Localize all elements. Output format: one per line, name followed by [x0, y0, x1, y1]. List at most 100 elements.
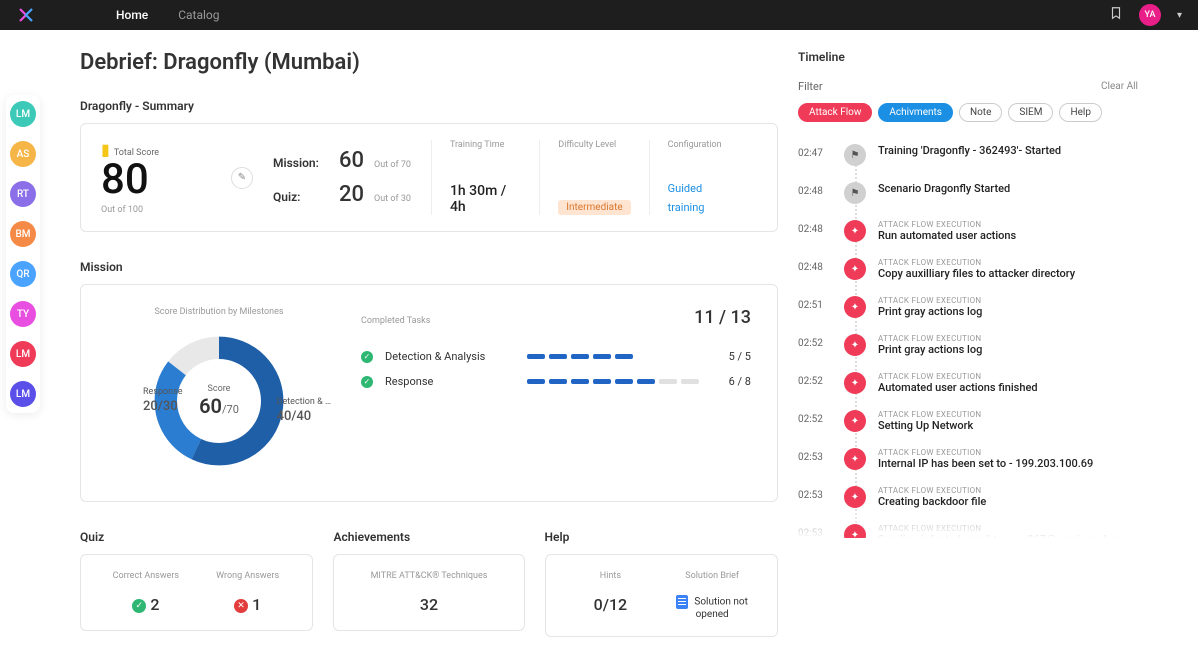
timeline-item[interactable]: 02:51✦ATTACK FLOW EXECUTIONPrint gray ac…	[798, 288, 1138, 326]
timeline-dot-icon: ✦	[844, 410, 866, 432]
timeline-panel: Timeline Filter Clear All Attack FlowAch…	[798, 50, 1138, 637]
donut-title: Score Distribution by Milestones	[107, 307, 331, 317]
difficulty-badge: Intermediate	[558, 200, 630, 215]
x-icon: ✕	[234, 599, 248, 613]
difficulty-label: Difficulty Level	[558, 140, 630, 150]
timeline-item[interactable]: 02:52✦ATTACK FLOW EXECUTIONAutomated use…	[798, 364, 1138, 402]
timeline-time: 02:52	[798, 410, 832, 432]
quiz-card: Correct Answers ✓ 2 Wrong Answers ✕ 1	[80, 554, 313, 631]
wrong-answers-label: Wrong Answers	[197, 571, 299, 581]
timeline-dot-icon: ⚑	[844, 182, 866, 204]
user-chip[interactable]: RT	[10, 181, 36, 207]
timeline-message: Print gray actions log	[878, 343, 1138, 356]
filter-chip[interactable]: Attack Flow	[798, 103, 872, 122]
check-icon: ✓	[361, 351, 373, 363]
timeline-item[interactable]: 02:48✦ATTACK FLOW EXECUTIONCopy auxillia…	[798, 250, 1138, 288]
user-chip[interactable]: LM	[10, 341, 36, 367]
document-icon	[676, 595, 688, 609]
topnav: Home Catalog	[116, 8, 220, 22]
filter-chip[interactable]: SIEM	[1008, 103, 1053, 122]
user-chip[interactable]: QR	[10, 261, 36, 287]
check-icon: ✓	[132, 599, 146, 613]
hints-value: 0/12	[560, 595, 662, 614]
nav-catalog[interactable]: Catalog	[178, 8, 219, 22]
filter-chip[interactable]: Help	[1059, 103, 1101, 122]
timeline-message: Run automated user actions	[878, 229, 1138, 242]
timeline-dot-icon: ⚑	[844, 144, 866, 166]
user-chip[interactable]: TY	[10, 301, 36, 327]
donut-left-label: Response 20/30	[143, 387, 183, 416]
timeline-message: Copy auxilliary files to attacker direct…	[878, 267, 1138, 280]
solution-brief-label: Solution Brief	[661, 571, 763, 581]
filter-chips: Attack Flow Achivments Note SIEM Help	[798, 103, 1138, 122]
edit-button[interactable]: ✎	[231, 167, 253, 189]
user-chip[interactable]: LM	[10, 101, 36, 127]
config-link[interactable]: Guided training	[668, 182, 705, 214]
filter-chip[interactable]: Achivments	[878, 103, 953, 122]
clear-all-link[interactable]: Clear All	[1101, 81, 1138, 92]
timeline-list[interactable]: 02:47⚑Training 'Dragonfly - 362493'- Sta…	[798, 136, 1138, 538]
timeline-time: 02:52	[798, 334, 832, 356]
timeline-item[interactable]: 02:52✦ATTACK FLOW EXECUTIONPrint gray ac…	[798, 326, 1138, 364]
quiz-heading: Quiz	[80, 530, 313, 544]
donut-right-label: Detection & … 40/40	[277, 397, 331, 426]
solution-brief-value: Solution not opened	[694, 597, 748, 620]
timeline-dot-icon: ✦	[844, 448, 866, 470]
user-rail: LM AS RT BM QR TY LM LM	[6, 95, 40, 413]
task-progress	[527, 354, 699, 359]
completed-tasks-value: 11 / 13	[694, 307, 751, 328]
timeline-item[interactable]: 02:48⚑Scenario Dragonfly Started	[798, 174, 1138, 212]
user-avatar[interactable]: YA	[1139, 4, 1161, 26]
quiz-score-label: Quiz:	[273, 190, 329, 204]
total-score-sub: Out of 100	[101, 205, 211, 215]
correct-answers-label: Correct Answers	[95, 571, 197, 581]
mission-score-label: Mission:	[273, 156, 329, 170]
task-progress	[527, 379, 699, 384]
timeline-category: ATTACK FLOW EXECUTION	[878, 372, 1138, 381]
page-title: Debrief: Dragonfly (Mumbai)	[80, 50, 778, 75]
donut-center-total: /70	[222, 403, 239, 416]
quiz-score-value: 20	[339, 182, 364, 207]
timeline-item[interactable]: 02:53✦ATTACK FLOW EXECUTIONInternal IP h…	[798, 440, 1138, 478]
timeline-time: 02:48	[798, 220, 832, 242]
timeline-category: ATTACK FLOW EXECUTION	[878, 220, 1138, 229]
filter-chip[interactable]: Note	[959, 103, 1002, 122]
timeline-category: ATTACK FLOW EXECUTION	[878, 410, 1138, 419]
user-chip[interactable]: BM	[10, 221, 36, 247]
achievements-card: MITRE ATT&CK® Techniques 32	[333, 554, 524, 631]
task-fraction: 5 / 5	[711, 350, 751, 363]
user-chip[interactable]: AS	[10, 141, 36, 167]
topbar: Home Catalog YA ▾	[0, 0, 1198, 30]
timeline-item[interactable]: 02:52✦ATTACK FLOW EXECUTIONSetting Up Ne…	[798, 402, 1138, 440]
timeline-dot-icon: ✦	[844, 258, 866, 280]
donut-center-value: 60	[199, 394, 222, 418]
timeline-time: 02:53	[798, 448, 832, 470]
timeline-time: 02:47	[798, 144, 832, 166]
timeline-message: Automated user actions finished	[878, 381, 1138, 394]
timeline-dot-icon: ✦	[844, 220, 866, 242]
timeline-item[interactable]: 02:48 ✦ ATTACK FLOW EXECUTIONRun automated…	[798, 212, 1138, 250]
achievements-heading: Achievements	[333, 530, 524, 544]
timeline-item[interactable]: 02:47⚑Training 'Dragonfly - 362493'- Sta…	[798, 136, 1138, 174]
summary-heading: Dragonfly - Summary	[80, 99, 778, 113]
app-logo	[16, 5, 36, 25]
timeline-time: 02:52	[798, 372, 832, 394]
chevron-down-icon[interactable]: ▾	[1177, 10, 1182, 21]
quiz-score-sub: Out of 30	[374, 194, 411, 204]
timeline-dot-icon: ✦	[844, 486, 866, 508]
task-row: ✓Response6 / 8	[361, 369, 751, 394]
hints-label: Hints	[560, 571, 662, 581]
timeline-time: 02:53	[798, 486, 832, 508]
nav-home[interactable]: Home	[116, 8, 148, 22]
mission-score-sub: Out of 70	[374, 160, 411, 170]
correct-answers-value: 2	[150, 595, 159, 614]
training-time-value: 1h 30m / 4h	[450, 183, 521, 215]
timeline-time: 02:48	[798, 182, 832, 204]
timeline-message: Internal IP has been set to - 199.203.10…	[878, 457, 1138, 470]
user-chip[interactable]: LM	[10, 381, 36, 407]
timeline-time: 02:51	[798, 296, 832, 318]
config-label: Configuration	[668, 140, 739, 150]
wrong-answers-value: 1	[252, 595, 261, 614]
bookmark-icon[interactable]	[1109, 6, 1123, 24]
task-name: Response	[385, 375, 515, 388]
